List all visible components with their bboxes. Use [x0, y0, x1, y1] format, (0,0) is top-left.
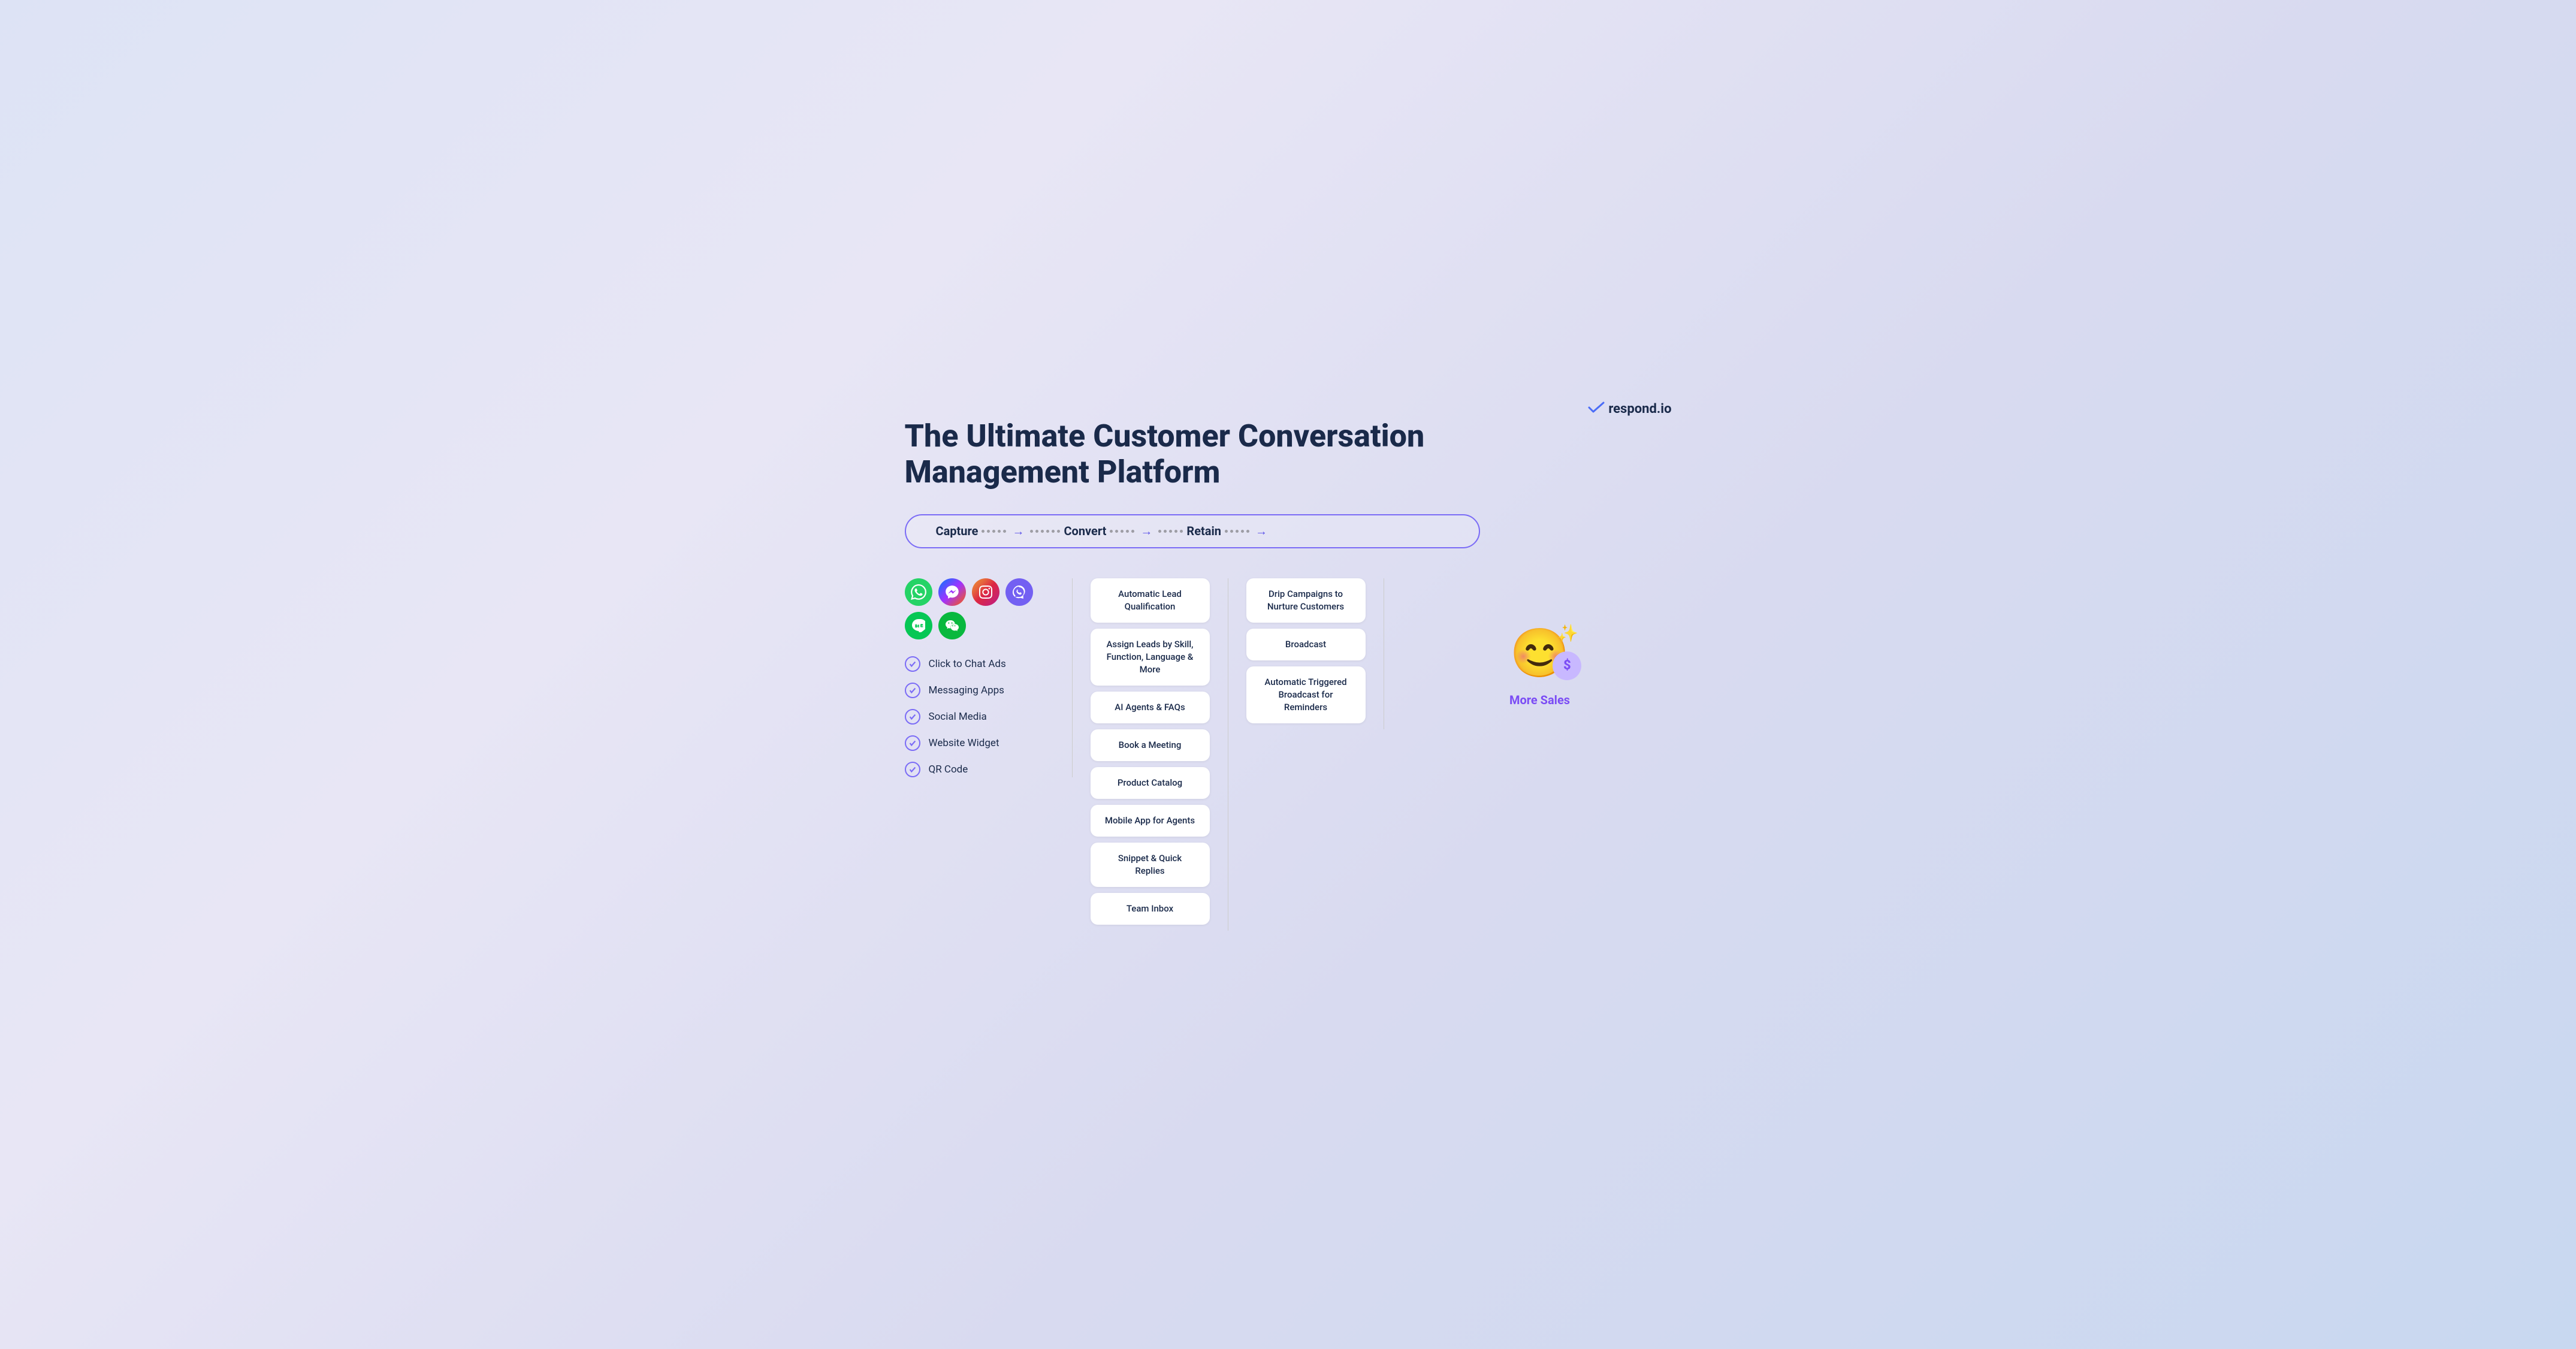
capture-item-click-to-chat: Click to Chat Ads [905, 656, 1048, 672]
check-icon-click-to-chat [905, 656, 920, 672]
feature-assign-leads: Assign Leads by Skill, Function, Languag… [1091, 629, 1210, 686]
dots-1 [982, 530, 1006, 533]
wechat-icon [938, 612, 966, 639]
check-icon-website-widget [905, 735, 920, 751]
capture-items-list: Click to Chat Ads Messaging Apps Social … [905, 656, 1048, 777]
capture-column: Click to Chat Ads Messaging Apps Social … [905, 578, 1073, 777]
pipeline-convert: Convert [1064, 524, 1106, 538]
result-emoji-container: ✨ 😊 $ [1510, 629, 1570, 677]
check-icon-social-media [905, 709, 920, 725]
dots-5 [1225, 530, 1249, 533]
retain-column: Drip Campaigns to Nurture Customers Broa… [1228, 578, 1384, 729]
dollar-badge: $ [1553, 651, 1581, 680]
feature-product-catalog: Product Catalog [1091, 767, 1210, 799]
arrow-3: → [1255, 524, 1267, 539]
feature-drip-campaigns: Drip Campaigns to Nurture Customers [1246, 578, 1366, 623]
convert-column: Automatic Lead Qualification Assign Lead… [1073, 578, 1228, 931]
dots-3 [1110, 530, 1134, 533]
capture-item-messaging-apps: Messaging Apps [905, 683, 1048, 698]
capture-item-social-media: Social Media [905, 709, 1048, 725]
dots-2 [1030, 530, 1060, 533]
whatsapp-icon [905, 578, 932, 606]
page-wrapper: respond.io The Ultimate Customer Convers… [869, 382, 1708, 967]
capture-item-qr-code: QR Code [905, 762, 1048, 777]
capture-item-website-widget: Website Widget [905, 735, 1048, 751]
viber-icon [1005, 578, 1033, 606]
feature-snippet-replies: Snippet & Quick Replies [1091, 843, 1210, 887]
more-sales-label: More Sales [1509, 693, 1570, 707]
feature-ai-agents: AI Agents & FAQs [1091, 692, 1210, 723]
feature-automatic-lead: Automatic Lead Qualification [1091, 578, 1210, 623]
arrow-1: → [1012, 524, 1024, 539]
logo-checkmark [1588, 400, 1605, 417]
pipeline-retain: Retain [1186, 524, 1221, 538]
feature-team-inbox: Team Inbox [1091, 893, 1210, 925]
pipeline-bar: Capture → Convert → Retain → [905, 514, 1480, 548]
feature-book-meeting: Book a Meeting [1091, 729, 1210, 761]
sparkle-icon: ✨ [1557, 623, 1578, 643]
messaging-icons [905, 578, 1048, 639]
instagram-icon [972, 578, 999, 606]
page-title: The Ultimate Customer Conversation Manag… [905, 418, 1444, 490]
feature-auto-triggered: Automatic Triggered Broadcast for Remind… [1246, 666, 1366, 723]
logo: respond.io [1588, 400, 1671, 417]
feature-broadcast: Broadcast [1246, 629, 1366, 660]
content-grid: Click to Chat Ads Messaging Apps Social … [905, 578, 1672, 931]
logo-text: respond.io [1608, 402, 1671, 417]
check-icon-messaging-apps [905, 683, 920, 698]
arrow-2: → [1140, 524, 1152, 539]
result-column: ✨ 😊 $ More Sales [1384, 578, 1672, 758]
feature-mobile-app: Mobile App for Agents [1091, 805, 1210, 837]
messenger-icon [938, 578, 966, 606]
pipeline-capture: Capture [936, 524, 979, 538]
check-icon-qr-code [905, 762, 920, 777]
line-icon [905, 612, 932, 639]
dots-4 [1158, 530, 1183, 533]
